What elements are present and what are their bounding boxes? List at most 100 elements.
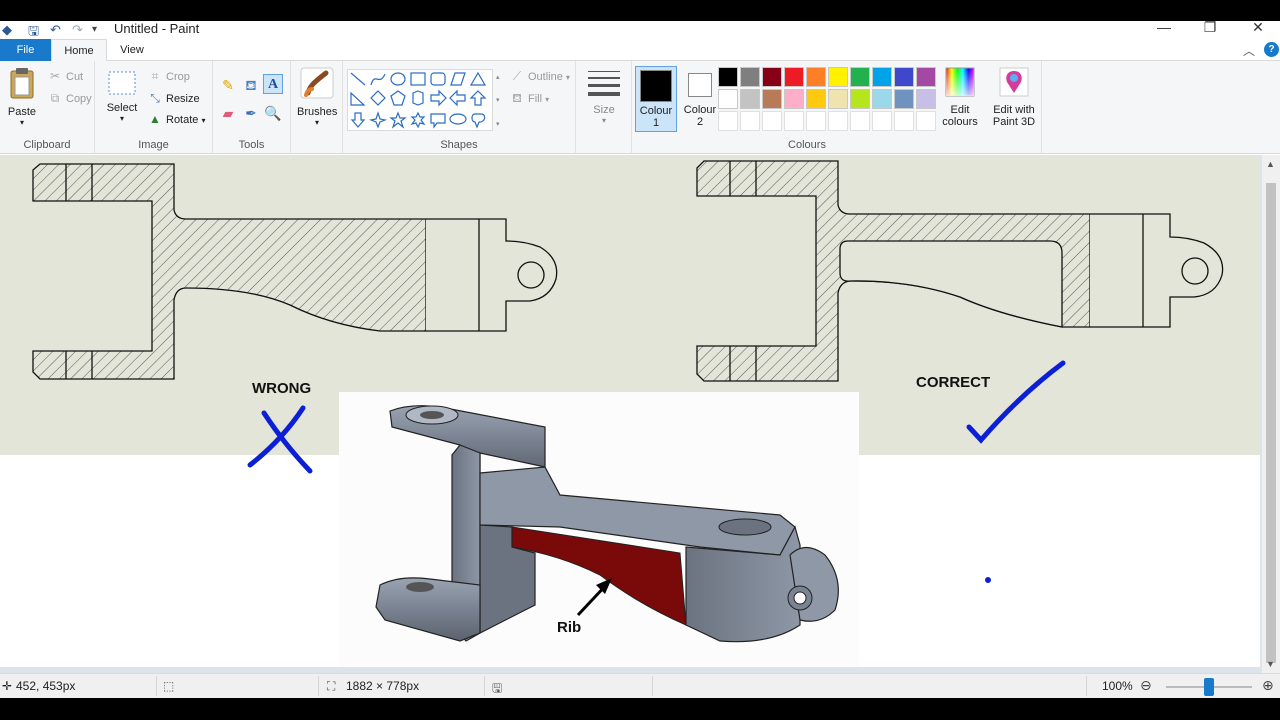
cut-button[interactable]: ✂ Cut — [47, 67, 83, 85]
colours-group-label: Colours — [788, 139, 826, 151]
colour-swatch[interactable] — [806, 67, 826, 87]
edit-with-paint3d-button[interactable]: Edit with Paint 3D — [990, 67, 1038, 128]
colour-swatch[interactable] — [850, 67, 870, 87]
colour-swatch[interactable] — [828, 67, 848, 87]
colour-swatch[interactable] — [894, 67, 914, 87]
rotate-label: Rotate — [166, 114, 199, 126]
crop-button[interactable]: ⌗ Crop — [147, 67, 190, 85]
colour2-number: 2 — [696, 116, 704, 128]
undo-icon[interactable]: ↶ — [50, 22, 61, 38]
zoom-level: 100% — [1102, 679, 1133, 693]
colour-swatch[interactable] — [762, 67, 782, 87]
custom-colour-slot[interactable] — [762, 111, 782, 131]
vertical-scrollbar[interactable]: ▲ ▼ — [1262, 155, 1280, 673]
zoom-in-icon[interactable]: ⊕ — [1262, 677, 1274, 694]
brushes-button[interactable]: Brushes ▾ — [297, 67, 337, 127]
image-size: 1882 × 778px — [346, 679, 420, 693]
size-group[interactable]: Size ▾ — [576, 61, 632, 154]
paint3d-label-2: Paint 3D — [992, 116, 1036, 128]
paint3d-icon — [999, 67, 1029, 97]
colour2-button[interactable]: Colour 2 — [679, 66, 721, 132]
zoom-out-icon[interactable]: ⊖ — [1140, 677, 1152, 694]
paste-dropdown-icon[interactable]: ▾ — [4, 118, 40, 127]
colour1-button[interactable]: Colour 1 — [635, 66, 677, 132]
outline-dropdown-icon[interactable]: ▾ — [566, 73, 570, 82]
scissors-icon: ✂ — [49, 69, 61, 83]
colour-swatch[interactable] — [916, 67, 936, 87]
eraser-icon[interactable]: ▰ — [218, 103, 238, 123]
colour-swatch[interactable] — [828, 89, 848, 109]
fill-dropdown-icon[interactable]: ▾ — [545, 95, 549, 104]
custom-colour-slot[interactable] — [894, 111, 914, 131]
redo-icon[interactable]: ↷ — [72, 22, 83, 38]
crop-label: Crop — [166, 71, 190, 83]
fill-bucket-icon[interactable]: ⛾ — [241, 75, 261, 95]
zoom-slider-thumb[interactable] — [1204, 678, 1214, 696]
select-dropdown-icon[interactable]: ▾ — [105, 114, 139, 123]
rotate-button[interactable]: ▲ Rotate ▾ — [147, 110, 205, 128]
help-icon[interactable]: ? — [1264, 42, 1279, 57]
colour-swatch[interactable] — [718, 89, 738, 109]
colour-swatch[interactable] — [784, 67, 804, 87]
magnifier-icon[interactable]: 🔍 — [263, 103, 283, 123]
drawing-canvas[interactable]: WRONG CORRECT Rib — [0, 155, 1260, 667]
custom-colour-slot[interactable] — [806, 111, 826, 131]
colour-swatch[interactable] — [718, 67, 738, 87]
fill-button[interactable]: ⛾ Fill ▾ — [509, 89, 549, 107]
custom-colour-slot[interactable] — [850, 111, 870, 131]
screen-top-border — [0, 0, 1280, 21]
scroll-up-icon[interactable]: ▲ — [1266, 159, 1275, 169]
close-button[interactable]: ✕ — [1238, 19, 1278, 39]
text-tool-icon[interactable]: A — [263, 74, 283, 94]
ink-dot — [985, 577, 991, 583]
tab-view[interactable]: View — [110, 39, 154, 61]
custom-colour-slot[interactable] — [828, 111, 848, 131]
vertical-scroll-thumb[interactable] — [1266, 183, 1276, 663]
customize-qa-icon[interactable]: ▾ — [92, 24, 97, 35]
select-button[interactable]: Select ▾ — [105, 71, 139, 123]
custom-colour-slot[interactable] — [718, 111, 738, 131]
colour-swatch[interactable] — [872, 89, 892, 109]
colour-swatch[interactable] — [806, 89, 826, 109]
restore-button[interactable]: ❐ — [1190, 19, 1230, 39]
size-label: Size — [593, 104, 615, 116]
resize-button[interactable]: ⤡ Resize — [147, 89, 200, 107]
correct-label: CORRECT — [916, 374, 990, 391]
size-button[interactable]: Size ▾ — [586, 69, 622, 125]
custom-colour-slot[interactable] — [872, 111, 892, 131]
tab-home[interactable]: Home — [51, 39, 107, 62]
collapse-ribbon-icon[interactable]: ︿ — [1243, 42, 1255, 59]
shapes-gallery[interactable]: ▴ ▾ ▾ — [347, 69, 503, 131]
outline-button[interactable]: ⟋ Outline ▾ — [509, 67, 570, 85]
rotate-dropdown-icon[interactable]: ▾ — [201, 116, 205, 125]
colour-picker-icon[interactable]: ✒ — [241, 103, 261, 123]
brushes-group[interactable]: Brushes ▾ — [291, 61, 343, 154]
image-group-label: Image — [138, 139, 169, 151]
shapes-group: ▴ ▾ ▾ ⟋ Outline ▾ ⛾ Fill ▾ Shapes — [343, 61, 576, 154]
colour-swatch[interactable] — [784, 89, 804, 109]
custom-colour-slot[interactable] — [916, 111, 936, 131]
edit-colours-button[interactable]: Edit colours — [938, 67, 982, 128]
colour-swatch[interactable] — [762, 89, 782, 109]
colour-swatch[interactable] — [740, 67, 760, 87]
tab-file[interactable]: File — [0, 39, 51, 61]
custom-colour-slot[interactable] — [784, 111, 804, 131]
colour-swatch[interactable] — [916, 89, 936, 109]
rib-label: Rib — [557, 619, 581, 636]
custom-colour-slot[interactable] — [740, 111, 760, 131]
brushes-dropdown-icon[interactable]: ▾ — [297, 118, 337, 127]
colour-swatch[interactable] — [850, 89, 870, 109]
colour-swatch[interactable] — [894, 89, 914, 109]
minimize-button[interactable]: — — [1144, 19, 1184, 39]
edit-colours-label: Edit — [950, 104, 970, 116]
colour-swatch[interactable] — [740, 89, 760, 109]
colour-swatch[interactable] — [872, 67, 892, 87]
paste-button[interactable]: Paste ▾ — [4, 67, 40, 127]
scroll-down-icon[interactable]: ▼ — [1266, 659, 1275, 669]
size-dropdown-icon[interactable]: ▾ — [586, 116, 622, 125]
pencil-icon[interactable]: ✎ — [218, 75, 238, 95]
resize-label: Resize — [166, 93, 200, 105]
bracket-3d-render: Rib — [339, 392, 859, 667]
colour1-swatch — [640, 70, 672, 102]
copy-button[interactable]: ⧉ Copy — [47, 89, 92, 107]
